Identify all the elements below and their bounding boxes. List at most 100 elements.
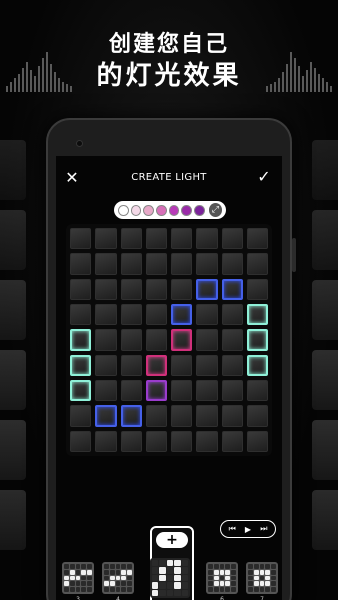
grid-cell[interactable]: [70, 405, 92, 427]
color-swatch[interactable]: [155, 204, 167, 216]
frame-thumbnail[interactable]: [246, 562, 278, 594]
grid-cell[interactable]: [145, 430, 167, 452]
grid-cell[interactable]: [221, 380, 243, 402]
grid-cell[interactable]: [171, 228, 193, 250]
grid-cell[interactable]: [246, 354, 268, 376]
grid-cell[interactable]: [171, 304, 193, 326]
grid-cell[interactable]: [120, 405, 142, 427]
grid-cell[interactable]: [246, 278, 268, 300]
grid-cell[interactable]: [95, 430, 117, 452]
grid-cell[interactable]: [246, 329, 268, 351]
grid-cell[interactable]: [70, 380, 92, 402]
grid-cell[interactable]: [246, 304, 268, 326]
grid-cell[interactable]: [171, 329, 193, 351]
grid-cell[interactable]: [171, 253, 193, 275]
frame-pixel: [271, 587, 276, 592]
grid-cell[interactable]: [221, 228, 243, 250]
grid-cell[interactable]: [70, 278, 92, 300]
grid-cell[interactable]: [95, 228, 117, 250]
grid-cell[interactable]: [196, 253, 218, 275]
grid-cell[interactable]: [196, 405, 218, 427]
frame-pixel: [152, 582, 159, 589]
frame-pixel: [213, 587, 219, 592]
grid-cell[interactable]: [246, 253, 268, 275]
confirm-check-icon[interactable]: ✓: [256, 169, 272, 185]
grid-cell[interactable]: [120, 304, 142, 326]
grid-cell[interactable]: [246, 380, 268, 402]
grid-cell[interactable]: [70, 354, 92, 376]
grid-cell[interactable]: [70, 228, 92, 250]
grid-cell[interactable]: [145, 304, 167, 326]
grid-cell[interactable]: [120, 380, 142, 402]
frame-pixel: [253, 564, 259, 569]
grid-cell[interactable]: [120, 253, 142, 275]
grid-cell[interactable]: [196, 304, 218, 326]
frame-pixel: [81, 587, 87, 592]
grid-cell[interactable]: [221, 329, 243, 351]
frame-pixel: [121, 564, 127, 569]
grid-cell[interactable]: [95, 380, 117, 402]
grid-cell[interactable]: [120, 329, 142, 351]
grid-cell[interactable]: [70, 329, 92, 351]
phone-side-button: [292, 238, 296, 272]
grid-cell[interactable]: [171, 354, 193, 376]
grid-cell[interactable]: [120, 430, 142, 452]
grid-cell[interactable]: [145, 329, 167, 351]
grid-cell[interactable]: [196, 278, 218, 300]
add-frame-button[interactable]: +: [156, 532, 188, 548]
color-swatch[interactable]: [181, 204, 192, 216]
frame-thumbnail[interactable]: [102, 562, 134, 594]
color-swatch[interactable]: [193, 204, 205, 216]
grid-cell[interactable]: [196, 430, 218, 452]
grid-cell[interactable]: [95, 304, 117, 326]
grid-cell[interactable]: [196, 329, 218, 351]
grid-cell[interactable]: [246, 430, 268, 452]
grid-cell[interactable]: [70, 304, 92, 326]
grid-cell[interactable]: [145, 354, 167, 376]
color-swatch[interactable]: [143, 204, 154, 216]
frame-pixel: [75, 581, 81, 587]
color-swatch[interactable]: [130, 204, 142, 216]
grid-cell[interactable]: [145, 380, 167, 402]
grid-cell[interactable]: [145, 278, 167, 300]
frame-number: 3: [76, 596, 80, 600]
grid-cell[interactable]: [171, 405, 193, 427]
grid-cell[interactable]: [246, 405, 268, 427]
frame-pixel: [64, 564, 69, 569]
grid-cell[interactable]: [95, 354, 117, 376]
frame-thumbnail[interactable]: [62, 562, 94, 594]
frame-pixel: [219, 564, 225, 569]
grid-cell[interactable]: [145, 405, 167, 427]
grid-cell[interactable]: [221, 405, 243, 427]
grid-cell[interactable]: [171, 278, 193, 300]
grid-cell[interactable]: [145, 228, 167, 250]
grid-cell[interactable]: [221, 278, 243, 300]
grid-cell[interactable]: [196, 380, 218, 402]
grid-cell[interactable]: [171, 380, 193, 402]
frame-number: 4: [116, 596, 120, 600]
frame-pixel: [213, 569, 219, 575]
edit-color-icon[interactable]: ⤢: [208, 203, 223, 217]
grid-cell[interactable]: [171, 430, 193, 452]
grid-cell[interactable]: [70, 253, 92, 275]
grid-cell[interactable]: [120, 228, 142, 250]
grid-cell[interactable]: [120, 278, 142, 300]
grid-cell[interactable]: [120, 354, 142, 376]
grid-cell[interactable]: [95, 278, 117, 300]
frame-thumbnail[interactable]: [206, 562, 238, 594]
color-swatch[interactable]: [118, 204, 129, 216]
grid-cell[interactable]: [196, 228, 218, 250]
grid-cell[interactable]: [246, 228, 268, 250]
grid-cell[interactable]: [221, 354, 243, 376]
grid-cell[interactable]: [145, 253, 167, 275]
grid-cell[interactable]: [221, 430, 243, 452]
grid-cell[interactable]: [95, 405, 117, 427]
grid-cell[interactable]: [221, 304, 243, 326]
grid-cell[interactable]: [95, 329, 117, 351]
color-swatch[interactable]: [168, 204, 180, 216]
grid-cell[interactable]: [95, 253, 117, 275]
frame-thumbnail[interactable]: [150, 558, 190, 598]
grid-cell[interactable]: [70, 430, 92, 452]
grid-cell[interactable]: [221, 253, 243, 275]
grid-cell[interactable]: [196, 354, 218, 376]
